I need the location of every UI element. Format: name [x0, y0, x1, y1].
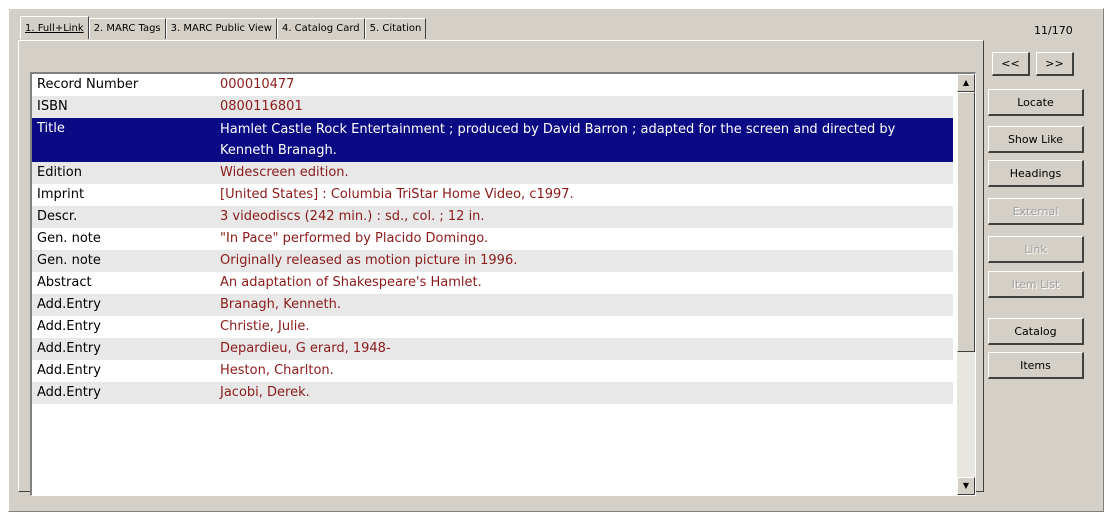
record-row[interactable]: Title Hamlet Castle Rock Entertainment ; … [32, 118, 953, 162]
record-row[interactable]: Abstract An adaptation of Shakespeare's H… [32, 272, 953, 294]
field-label: Edition [37, 165, 82, 180]
field-value: "In Pace" performed by Placido Domingo. [220, 231, 489, 246]
external-button[interactable]: External [988, 198, 1084, 225]
next-record-button[interactable]: >> [1036, 52, 1074, 76]
field-label: Add.Entry [37, 297, 101, 312]
tab-marc-tags[interactable]: 2. MARC Tags [88, 18, 166, 39]
previous-record-button[interactable]: << [992, 52, 1030, 76]
arrow-up-icon: ▲ [962, 78, 970, 87]
field-label: ISBN [37, 99, 68, 114]
record-row[interactable]: Add.Entry Jacobi, Derek. [32, 382, 953, 404]
scroll-thumb[interactable] [957, 92, 975, 352]
field-label: Add.Entry [37, 363, 101, 378]
field-value: [United States] : Columbia TriStar Home … [220, 187, 574, 202]
show-like-button[interactable]: Show Like [988, 126, 1084, 153]
record-row[interactable]: Add.Entry Depardieu, G erard, 1948- [32, 338, 953, 360]
record-row[interactable]: Edition Widescreen edition. [32, 162, 953, 184]
field-value: Christie, Julie. [220, 319, 310, 334]
record-row[interactable]: Imprint [United States] : Columbia TriSta… [32, 184, 953, 206]
field-value: Depardieu, G erard, 1948- [220, 341, 391, 356]
field-value: Hamlet Castle Rock Entertainment ; produ… [220, 122, 896, 158]
item-list-button[interactable]: Item List [988, 271, 1084, 298]
record-row[interactable]: Descr. 3 videodiscs (242 min.) : sd., col… [32, 206, 953, 228]
field-label: Imprint [37, 187, 85, 202]
field-value: Widescreen edition. [220, 165, 349, 180]
record-row[interactable]: Add.Entry Christie, Julie. [32, 316, 953, 338]
field-label: Title [37, 121, 65, 136]
catalog-button[interactable]: Catalog [988, 318, 1084, 345]
field-label: Add.Entry [37, 385, 101, 400]
field-label: Abstract [37, 275, 92, 290]
field-value: An adaptation of Shakespeare's Hamlet. [220, 275, 482, 290]
field-value: Jacobi, Derek. [220, 385, 310, 400]
record-counter: 11/170 [1034, 24, 1073, 37]
tab-catalog-card[interactable]: 4. Catalog Card [276, 18, 365, 39]
field-label: Descr. [37, 209, 78, 224]
field-value: Branagh, Kenneth. [220, 297, 342, 312]
record-row[interactable]: Gen. note Originally released as motion p… [32, 250, 953, 272]
field-value: Heston, Charlton. [220, 363, 334, 378]
scroll-down-button[interactable]: ▼ [957, 477, 975, 495]
field-value: Originally released as motion picture in… [220, 253, 518, 268]
link-button[interactable]: Link [988, 236, 1084, 263]
field-label: Record Number [37, 77, 139, 92]
field-label: Gen. note [37, 231, 101, 246]
tab-full-link[interactable]: 1. Full+Link [20, 16, 89, 39]
field-label: Gen. note [37, 253, 101, 268]
record-rows: Record Number 000010477 ISBN 0800116801 Titl… [32, 74, 953, 404]
record-row[interactable]: Add.Entry Heston, Charlton. [32, 360, 953, 382]
field-value: 0800116801 [220, 99, 303, 114]
tab-citation[interactable]: 5. Citation [364, 18, 427, 39]
field-value: 000010477 [220, 77, 295, 92]
tab-marc-public-view[interactable]: 3. MARC Public View [165, 18, 277, 39]
record-row[interactable]: Record Number 000010477 [32, 74, 953, 96]
arrow-down-icon: ▼ [962, 481, 970, 490]
vertical-scrollbar[interactable]: ▲ ▼ [957, 74, 975, 495]
field-label: Add.Entry [37, 319, 101, 334]
tab-bar: 1. Full+Link 2. MARC Tags 3. MARC Public… [20, 16, 427, 40]
scroll-up-button[interactable]: ▲ [957, 74, 975, 92]
record-list[interactable]: Record Number 000010477 ISBN 0800116801 Titl… [30, 72, 976, 496]
field-value: 3 videodiscs (242 min.) : sd., col. ; 12… [220, 209, 485, 224]
field-label: Add.Entry [37, 341, 101, 356]
record-row[interactable]: Add.Entry Branagh, Kenneth. [32, 294, 953, 316]
items-button[interactable]: Items [988, 352, 1084, 379]
record-row[interactable]: ISBN 0800116801 [32, 96, 953, 118]
headings-button[interactable]: Headings [988, 160, 1084, 187]
record-row[interactable]: Gen. note "In Pace" performed by Placido … [32, 228, 953, 250]
locate-button[interactable]: Locate [988, 89, 1084, 116]
